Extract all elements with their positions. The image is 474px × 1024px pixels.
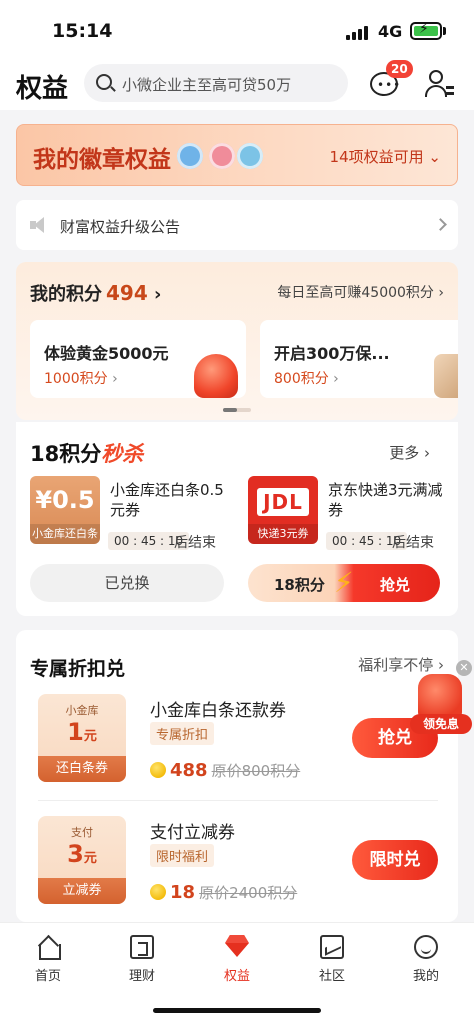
chevron-right-icon xyxy=(434,218,447,231)
signal-icon xyxy=(346,26,368,40)
points-link[interactable]: 我的积分 494 › xyxy=(30,280,161,306)
account-button[interactable] xyxy=(424,68,456,100)
message-count-badge: 20 xyxy=(386,60,413,78)
header: 权益 小微企业主至高可贷50万 ••• 20 xyxy=(0,58,474,110)
redeemed-button[interactable]: 已兑换 xyxy=(30,564,224,602)
item-name: 支付立减券 xyxy=(150,823,235,843)
tab-community[interactable]: 社区 xyxy=(292,931,372,991)
redeem-button[interactable]: 限时兑 xyxy=(352,840,438,880)
discount-title: 专属折扣兑 xyxy=(30,658,126,680)
points-offer-card[interactable]: 体验黄金5000元 1000积分 › xyxy=(30,320,246,398)
community-icon xyxy=(320,935,344,959)
shield-check-icon xyxy=(434,354,458,398)
search-placeholder: 小微企业主至高可贷50万 xyxy=(122,76,292,94)
tab-mine[interactable]: 我的 xyxy=(386,931,466,991)
lucky-bag-icon xyxy=(194,354,238,398)
battery-icon: ⚡ xyxy=(410,21,442,40)
coin-icon xyxy=(150,884,166,900)
network-label: 4G xyxy=(378,22,403,41)
badge-banner[interactable]: 我的徽章权益 14项权益可用 ⌄ xyxy=(16,124,458,186)
tab-home[interactable]: 首页 xyxy=(8,931,88,991)
discount-card: 专属折扣兑 福利享不停 › 小金库 1元 还白条券 小金库白条还款券 专属折扣 … xyxy=(16,630,458,922)
notice-text: 财富权益升级公告 xyxy=(60,218,181,236)
points-value: 494 xyxy=(106,281,148,305)
points-card: 我的积分 494 › 每日至高可赚45000积分 › 体验黄金5000元 1000… xyxy=(16,262,458,420)
medal-icon xyxy=(177,143,203,169)
grab-button[interactable]: 18积分 ⚡ 抢兑 xyxy=(248,564,440,602)
promo-label: 领免息 xyxy=(410,714,472,734)
item-price: 18 原价2400积分 xyxy=(150,882,297,903)
home-icon xyxy=(36,935,61,960)
notice-bar[interactable]: 财富权益升级公告 xyxy=(16,200,458,250)
coupon-name: 小金库还白条0.5元券 xyxy=(110,481,224,519)
search-icon xyxy=(96,74,112,90)
item-name: 小金库白条还款券 xyxy=(150,701,286,721)
medal-icon xyxy=(209,143,235,169)
flash-sale-title: 18积分秒杀 xyxy=(30,442,144,466)
home-indicator xyxy=(153,1008,321,1013)
search-input[interactable]: 小微企业主至高可贷50万 xyxy=(84,64,348,102)
close-icon[interactable]: ✕ xyxy=(456,660,472,676)
floating-promo[interactable]: ✕ 领免息 xyxy=(408,660,472,736)
voucher-image: 支付 3元 立减券 xyxy=(38,816,126,904)
carousel-indicator xyxy=(223,408,251,412)
coin-icon xyxy=(150,762,166,778)
medal-icon xyxy=(237,143,263,169)
flash-sale-card: 18积分秒杀 更多 › ¥0.5 小金库还白条 小金库还白条0.5元券 00 :… xyxy=(16,422,458,616)
mine-icon xyxy=(414,935,438,959)
jdl-logo: JDL xyxy=(257,488,309,516)
speaker-icon xyxy=(30,217,48,233)
item-tag: 限时福利 xyxy=(150,844,215,867)
status-time: 15:14 xyxy=(52,20,113,42)
badge-available-dropdown[interactable]: 14项权益可用 ⌄ xyxy=(330,146,441,167)
voucher-image: 小金库 1元 还白条券 xyxy=(38,694,126,782)
page-title: 权益 xyxy=(16,74,69,104)
flash-more-link[interactable]: 更多 › xyxy=(389,442,430,463)
tab-benefits[interactable]: 权益 xyxy=(197,931,277,991)
item-tag: 专属折扣 xyxy=(150,722,215,745)
tab-wealth[interactable]: 理财 xyxy=(102,931,182,991)
coupon-name: 京东快递3元满减券 xyxy=(328,481,443,519)
badge-title: 我的徽章权益 xyxy=(33,147,171,173)
points-earn-link[interactable]: 每日至高可赚45000积分 › xyxy=(277,282,444,302)
chevron-down-icon: ⌄ xyxy=(428,148,441,166)
ends-label: 后结束 xyxy=(392,535,434,551)
user-icon xyxy=(429,70,443,84)
coupon-image: ¥0.5 小金库还白条 xyxy=(30,476,100,544)
coupon-image: JDL 快递3元券 xyxy=(248,476,318,544)
status-bar: 15:14 4G ⚡ xyxy=(0,0,474,58)
points-offer-card[interactable]: 开启300万保... 800积分 › xyxy=(260,320,458,398)
ends-label: 后结束 xyxy=(174,535,216,551)
item-price: 488 原价800积分 xyxy=(150,760,300,781)
wealth-icon xyxy=(130,935,154,959)
lightning-icon: ⚡ xyxy=(334,566,354,599)
